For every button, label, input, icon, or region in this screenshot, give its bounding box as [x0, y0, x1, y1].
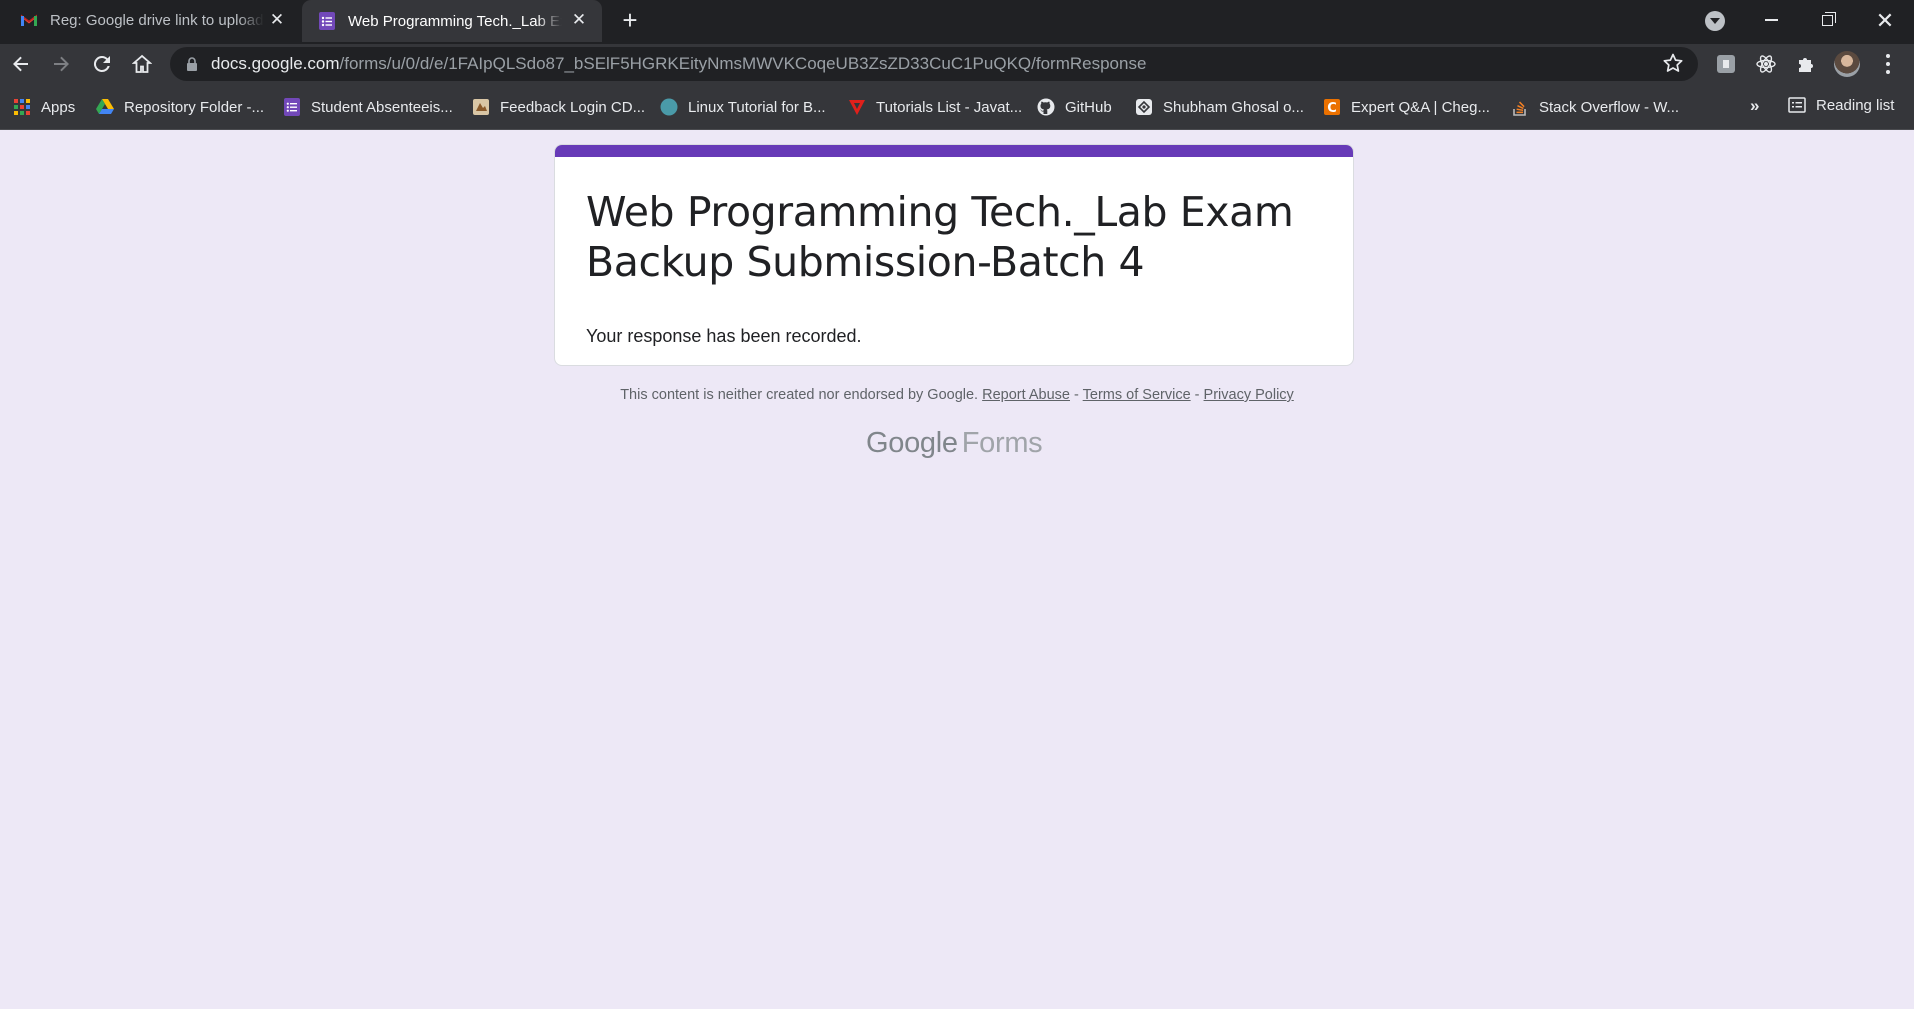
- bookmark-label: Tutorials List - Javat...: [876, 98, 1023, 116]
- separator: -: [1074, 387, 1079, 403]
- form-accent-bar: [555, 145, 1353, 157]
- reading-list-icon: [1788, 97, 1806, 113]
- home-button[interactable]: [128, 50, 156, 78]
- bookmark-label: GitHub: [1065, 98, 1112, 116]
- profile-avatar[interactable]: [1834, 51, 1860, 77]
- separator: -: [1194, 387, 1200, 403]
- gmail-icon: [20, 11, 38, 29]
- browser-titlebar: Reg: Google drive link to upload ✕ Web P…: [0, 0, 1914, 44]
- form-title: Web Programming Tech._Lab Exam Backup Su…: [586, 188, 1294, 286]
- url-text[interactable]: docs.google.com/forms/u/0/d/e/1FAIpQLSdo…: [211, 54, 1146, 74]
- bookmark-star-icon[interactable]: [1662, 52, 1684, 74]
- menu-kebab-icon[interactable]: [1878, 52, 1898, 76]
- bookmark-label: Apps: [41, 98, 76, 116]
- terms-of-service-link[interactable]: Terms of Service: [1083, 387, 1191, 403]
- reading-list-label: Reading list: [1816, 96, 1895, 114]
- bookmark-linux-tutorial[interactable]: Linux Tutorial for B...: [660, 96, 826, 118]
- reload-icon: [93, 55, 110, 72]
- extension-icon[interactable]: [1714, 52, 1738, 76]
- more-bookmarks-button[interactable]: »: [1750, 96, 1759, 116]
- browser-toolbar: docs.google.com/forms/u/0/d/e/1FAIpQLSdo…: [0, 44, 1914, 84]
- reading-list-button[interactable]: Reading list: [1788, 96, 1894, 114]
- url-host: docs.google.com: [211, 54, 340, 73]
- chegg-icon: C: [1323, 98, 1341, 116]
- bookmark-label: Feedback Login CD...: [500, 98, 646, 116]
- feedback-icon: [472, 98, 490, 116]
- google-drive-icon: [96, 98, 114, 116]
- bookmark-label: Repository Folder -...: [124, 98, 265, 116]
- tab-title: Reg: Google drive link to upload: [50, 11, 264, 29]
- bookmark-label: Shubham Ghosal o...: [1163, 98, 1304, 116]
- url-path: /forms/u/0/d/e/1FAIpQLSdo87_bSElF5HGRKEi…: [339, 54, 1147, 73]
- bookmark-student-absenteeism[interactable]: Student Absenteeis...: [283, 96, 453, 118]
- reload-button[interactable]: [88, 50, 116, 78]
- tab-search-icon[interactable]: [1705, 11, 1725, 31]
- apps-grid-icon: [13, 98, 31, 116]
- tab-title: Web Programming Tech._Lab Exam Backup Su…: [348, 12, 562, 30]
- lock-icon[interactable]: [186, 57, 198, 71]
- github-icon: [1037, 98, 1055, 116]
- form-response-card: Web Programming Tech._Lab Exam Backup Su…: [554, 144, 1354, 366]
- extensions-puzzle-icon[interactable]: [1794, 52, 1818, 76]
- logo-forms-text: Forms: [961, 427, 1043, 459]
- bookmark-repository-folder[interactable]: Repository Folder -...: [96, 96, 264, 118]
- bookmark-label: Stack Overflow - W...: [1539, 98, 1680, 116]
- bookmark-stack-overflow[interactable]: Stack Overflow - W...: [1511, 96, 1679, 118]
- tab-google-forms[interactable]: Web Programming Tech._Lab Exam Backup Su…: [302, 0, 602, 42]
- bookmark-feedback-login[interactable]: Feedback Login CD...: [472, 96, 645, 118]
- bookmark-label: Student Absenteeis...: [311, 98, 453, 116]
- svg-text:C: C: [1327, 101, 1337, 116]
- bookmark-javatpoint[interactable]: Tutorials List - Javat...: [848, 96, 1022, 118]
- home-icon: [132, 54, 152, 73]
- bookmark-apps[interactable]: Apps: [13, 96, 75, 118]
- forward-arrow-icon: [54, 56, 69, 72]
- globe-icon: [660, 98, 678, 116]
- codechef-icon: [1135, 98, 1153, 116]
- stackoverflow-icon: [1511, 98, 1529, 116]
- bookmark-label: Linux Tutorial for B...: [688, 98, 826, 116]
- confirmation-message: Your response has been recorded.: [586, 326, 862, 346]
- restore-button[interactable]: [1813, 6, 1843, 36]
- bookmarks-bar: Apps Repository Folder -... Student Abse…: [0, 84, 1914, 130]
- back-arrow-icon: [13, 56, 28, 72]
- minimize-button[interactable]: [1756, 6, 1786, 36]
- bookmark-codechef-profile[interactable]: Shubham Ghosal o...: [1135, 96, 1304, 118]
- page-content: Web Programming Tech._Lab Exam Backup Su…: [0, 130, 1914, 1009]
- forward-button[interactable]: [47, 50, 75, 78]
- logo-google-text: Google: [866, 427, 958, 459]
- report-abuse-link[interactable]: Report Abuse: [982, 387, 1070, 403]
- javatpoint-icon: [848, 98, 866, 116]
- google-forms-icon: [283, 98, 301, 116]
- bookmark-chegg[interactable]: C Expert Q&A | Cheg...: [1323, 96, 1490, 118]
- footer-disclaimer: This content is neither created nor endo…: [0, 387, 1914, 403]
- privacy-policy-link[interactable]: Privacy Policy: [1204, 387, 1294, 403]
- close-icon[interactable]: ✕: [268, 11, 286, 29]
- address-bar[interactable]: docs.google.com/forms/u/0/d/e/1FAIpQLSdo…: [170, 47, 1698, 81]
- bookmark-github[interactable]: GitHub: [1037, 96, 1112, 118]
- google-forms-icon: [318, 12, 336, 30]
- bookmark-label: Expert Q&A | Cheg...: [1351, 98, 1490, 116]
- close-icon[interactable]: ✕: [570, 11, 588, 29]
- disclaimer-text: This content is neither created nor endo…: [620, 387, 979, 403]
- react-devtools-icon[interactable]: [1754, 52, 1778, 76]
- new-tab-button[interactable]: +: [618, 7, 642, 33]
- window-close-button[interactable]: ✕: [1870, 6, 1900, 36]
- tab-gmail[interactable]: Reg: Google drive link to upload ✕: [0, 0, 300, 40]
- google-forms-logo[interactable]: Google Forms: [866, 427, 1043, 460]
- back-button[interactable]: [7, 50, 35, 78]
